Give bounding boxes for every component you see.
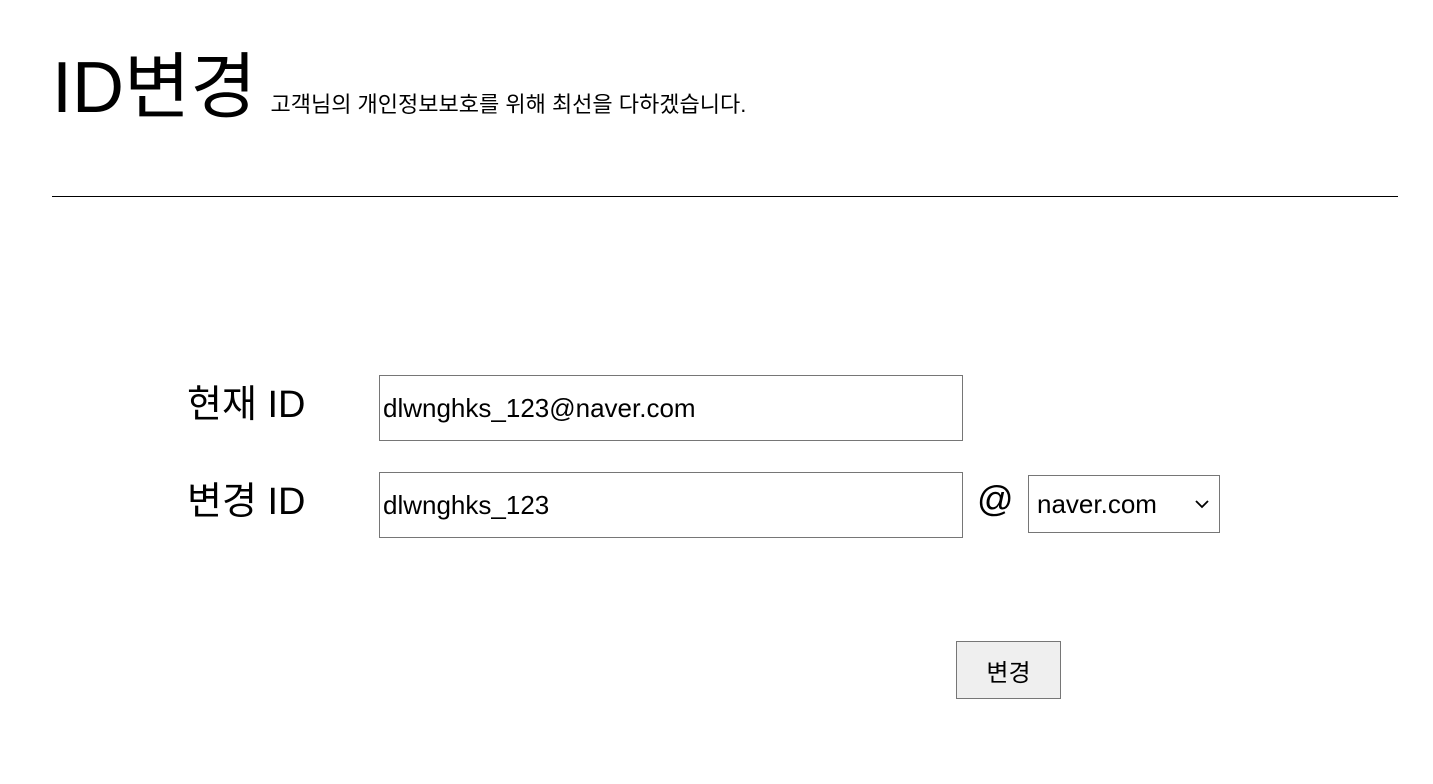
header-divider — [52, 196, 1398, 197]
current-id-label: 현재 ID — [187, 384, 306, 426]
page-title: ID변경 — [52, 48, 257, 128]
current-id-input[interactable] — [379, 375, 963, 441]
new-id-input[interactable] — [379, 472, 963, 538]
email-domain-select[interactable]: naver.com — [1028, 475, 1220, 533]
new-id-label: 변경 ID — [187, 481, 306, 523]
at-symbol: @ — [977, 478, 1014, 519]
id-change-page: ID변경 고객님의 개인정보보호를 위해 최선을 다하겠습니다. 현재 ID 변… — [0, 0, 1433, 784]
page-header: ID변경 고객님의 개인정보보호를 위해 최선을 다하겠습니다. — [52, 52, 746, 124]
change-id-button[interactable]: 변경 — [956, 641, 1061, 699]
page-subtitle: 고객님의 개인정보보호를 위해 최선을 다하겠습니다. — [270, 92, 747, 117]
email-domain-value: naver.com — [1037, 488, 1157, 519]
chevron-down-icon — [1193, 495, 1211, 513]
